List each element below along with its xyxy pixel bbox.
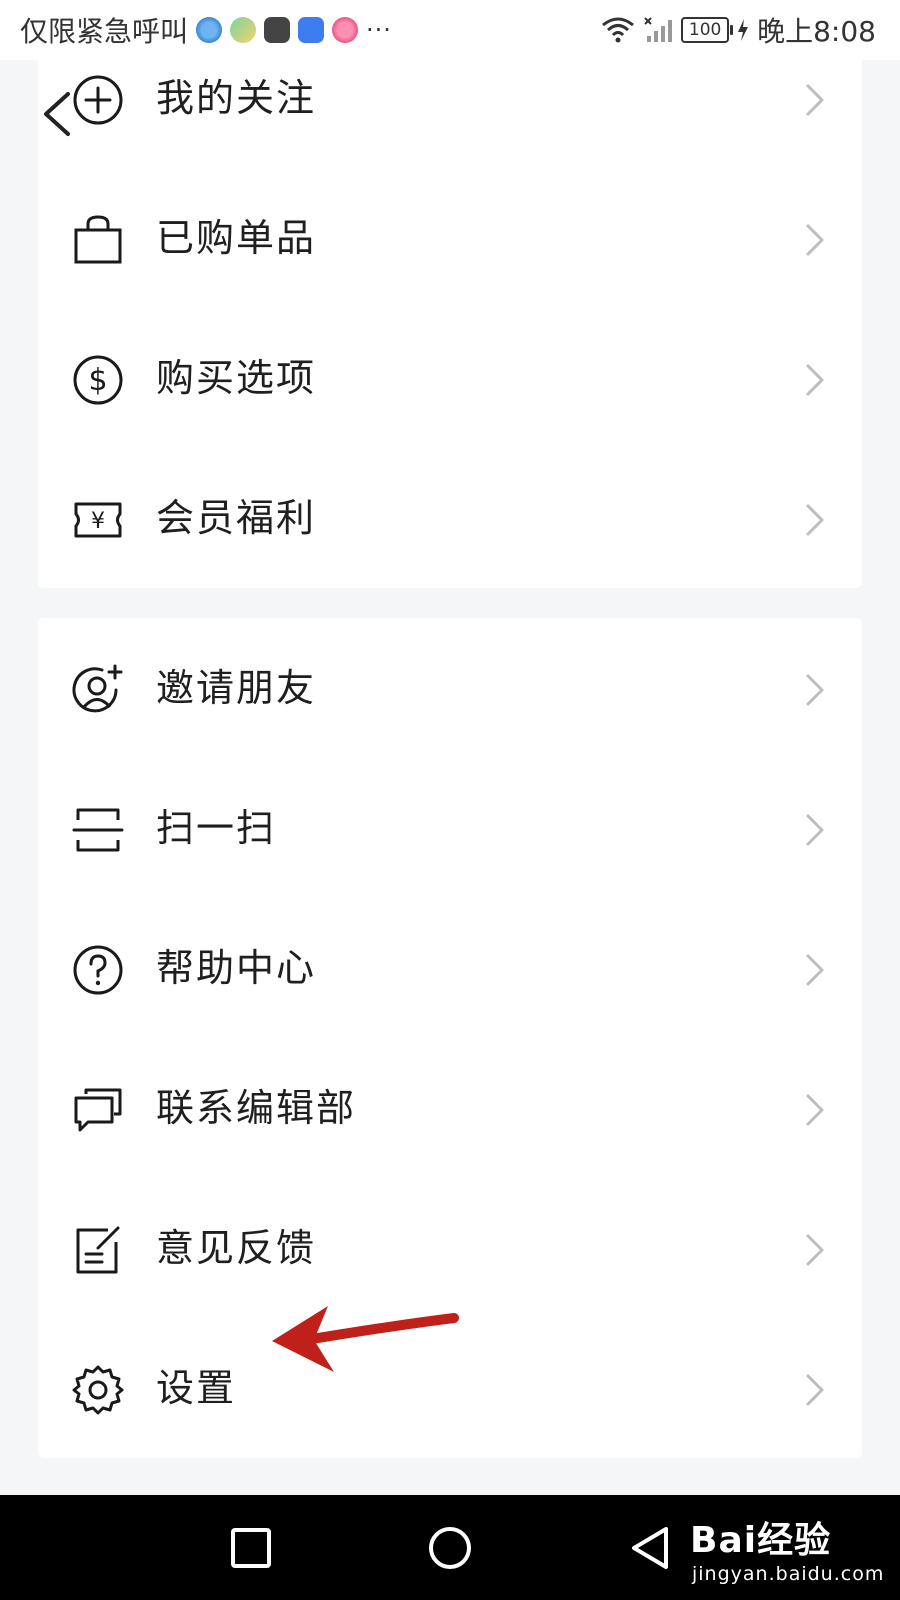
menu-card-account: 我的关注 已购单品 $ 购买选项 ¥ 会员福利	[38, 40, 862, 588]
shopping-bag-icon	[74, 215, 122, 264]
menu-item-purchase-options[interactable]: $ 购买选项	[38, 308, 862, 448]
wifi-icon	[602, 17, 635, 43]
menu-item-member-benefits[interactable]: ¥ 会员福利	[38, 448, 862, 588]
app-icon	[230, 17, 257, 43]
menu-item-label: 帮助中心	[156, 946, 317, 990]
chevron-right-icon	[806, 84, 824, 116]
menu-item-scan[interactable]: 扫一扫	[38, 758, 862, 898]
back-button[interactable]	[628, 1525, 674, 1571]
scan-icon	[72, 808, 124, 852]
menu-item-label: 邀请朋友	[156, 666, 317, 710]
menu-item-label: 已购单品	[156, 216, 317, 260]
huawei-appgallery-icon	[264, 17, 291, 43]
chevron-right-icon	[806, 364, 824, 396]
menu-item-contact-editors[interactable]: 联系编辑部	[38, 1038, 862, 1178]
home-button[interactable]	[427, 1525, 473, 1571]
chevron-right-icon	[806, 1374, 824, 1406]
charging-icon	[738, 19, 749, 41]
plus-circle-icon	[73, 75, 123, 125]
carrier-text: 仅限紧急呼叫	[20, 15, 189, 48]
system-navigation-bar: Bai经验 jingyan.baidu.com	[0, 1495, 900, 1600]
browser-icon	[196, 17, 223, 43]
no-signal-icon	[644, 17, 673, 42]
clock: 晚上8:08	[757, 15, 876, 48]
more-notifications-indicator: ···	[366, 16, 392, 44]
recent-apps-button[interactable]	[228, 1525, 274, 1571]
menu-item-label: 设置	[156, 1366, 237, 1410]
battery-indicator: 100	[681, 17, 734, 43]
chevron-right-icon	[806, 1234, 824, 1266]
paint-icon	[332, 17, 359, 43]
chevron-right-icon	[806, 954, 824, 986]
menu-item-label: 联系编辑部	[156, 1086, 357, 1130]
svg-text:¥: ¥	[91, 509, 105, 534]
chat-bubbles-icon	[74, 1088, 122, 1132]
yuan-ticket-icon: ¥	[74, 502, 122, 538]
add-friend-icon	[72, 664, 123, 713]
status-bar: 仅限紧急呼叫 ··· 100 晚上8:08	[0, 0, 900, 60]
dollar-circle-icon: $	[73, 355, 123, 405]
gear-icon	[72, 1365, 124, 1415]
menu-item-help-center[interactable]: 帮助中心	[38, 898, 862, 1038]
chevron-right-icon	[806, 224, 824, 256]
baidu-jingyan-watermark: Bai经验 jingyan.baidu.com	[690, 1505, 890, 1595]
chevron-right-icon	[806, 674, 824, 706]
menu-item-label: 扫一扫	[156, 806, 277, 850]
watermark-brand: Bai经验	[690, 1520, 832, 1561]
menu-item-invite-friends[interactable]: 邀请朋友	[38, 618, 862, 758]
menu-item-purchased[interactable]: 已购单品	[38, 168, 862, 308]
annotation-arrow-icon	[272, 1306, 459, 1372]
chevron-right-icon	[806, 504, 824, 536]
watermark-url: jingyan.baidu.com	[692, 1563, 885, 1585]
chevron-right-icon	[806, 1094, 824, 1126]
bulb-icon	[298, 17, 325, 43]
svg-text:$: $	[88, 363, 107, 398]
back-arrow-icon[interactable]	[38, 86, 78, 142]
feedback-edit-icon	[76, 1226, 120, 1274]
chevron-right-icon	[806, 814, 824, 846]
menu-item-label: 购买选项	[156, 356, 317, 400]
question-circle-icon	[73, 945, 123, 995]
menu-item-label: 会员福利	[156, 496, 317, 540]
